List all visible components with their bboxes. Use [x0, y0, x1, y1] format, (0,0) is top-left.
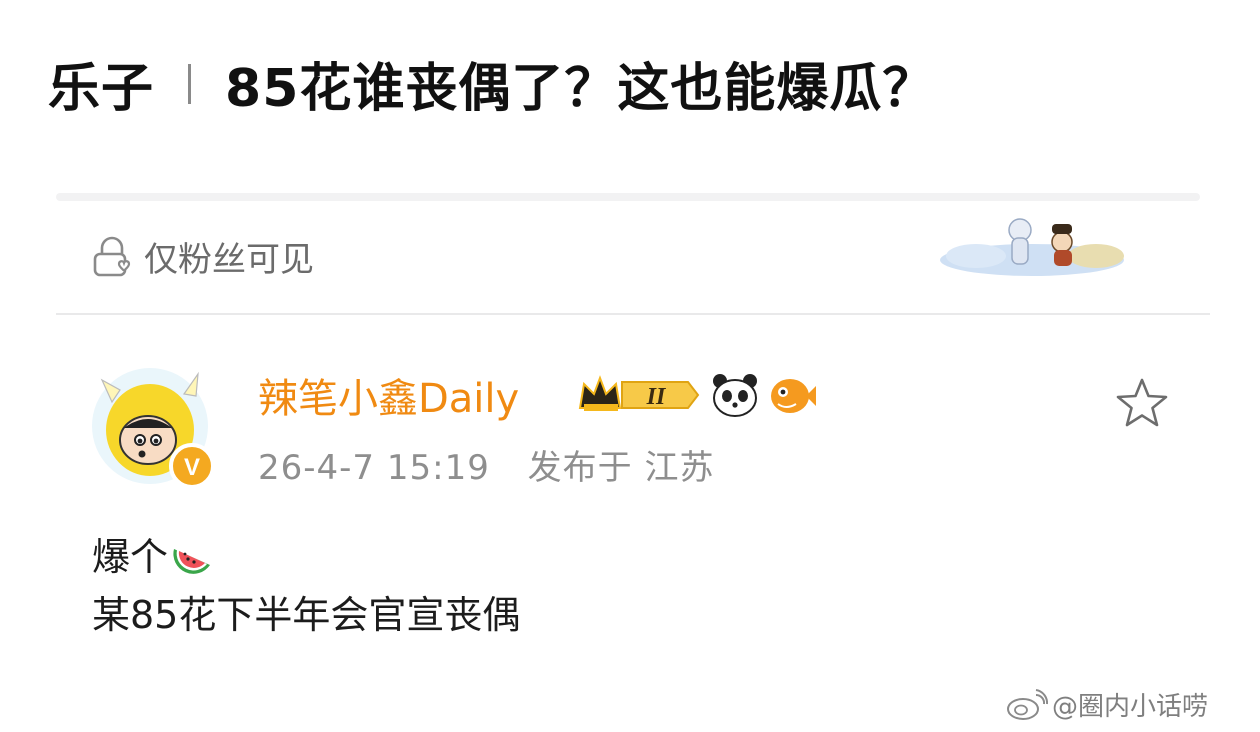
cartoon-sticker-icon: [940, 218, 1124, 276]
post-body-line-1: 爆个: [92, 535, 169, 579]
author-name[interactable]: 辣笔小鑫Daily: [258, 366, 519, 424]
visibility-label: 仅粉丝可见: [144, 240, 314, 280]
verified-badge-icon: V: [184, 454, 200, 481]
headline-title: 85花谁丧偶了？这也能爆瓜？: [225, 59, 936, 119]
post-body-line: 爆个: [92, 528, 520, 586]
watermelon-icon: [173, 549, 211, 574]
member-level-badge-icon: II: [578, 375, 700, 411]
author-avatar[interactable]: V: [92, 342, 216, 492]
panda-badge-icon: [713, 374, 757, 417]
article-headline: 乐子 85花谁丧偶了？这也能爆瓜？: [48, 46, 935, 121]
watermark-text: @圈内小话唠: [1052, 692, 1209, 722]
post-location: 江苏: [644, 448, 715, 488]
post-location-prefix: 发布于: [527, 448, 633, 488]
headline-divider: [188, 63, 192, 104]
card-divider: [56, 313, 1210, 315]
member-level-text: II: [646, 384, 667, 410]
headline-category: 乐子: [48, 59, 155, 119]
post-body: 爆个 某85花下半年会官宣丧偶: [92, 528, 520, 644]
puffer-fish-badge-icon: [771, 379, 816, 413]
weibo-watermark: @圈内小话唠: [1006, 686, 1208, 723]
post-timestamp: 26-4-7 15:19: [258, 448, 490, 488]
post-body-line: 某85花下半年会官宣丧偶: [92, 586, 520, 644]
post-meta: 26-4-7 15:19 发布于 江苏: [258, 440, 714, 489]
post-body-line-2: 某85花下半年会官宣丧偶: [92, 593, 521, 637]
lock-heart-icon: [93, 236, 131, 276]
screenshot-page: 乐子 85花谁丧偶了？这也能爆瓜？ 仅粉丝可见 V 辣笔小鑫Daily II 2…: [0, 0, 1260, 732]
weibo-logo-icon: [1007, 688, 1048, 720]
visibility-row: 仅粉丝可见: [92, 232, 314, 281]
post-card-top-edge: [56, 193, 1200, 201]
star-outline-icon[interactable]: [1114, 376, 1170, 432]
